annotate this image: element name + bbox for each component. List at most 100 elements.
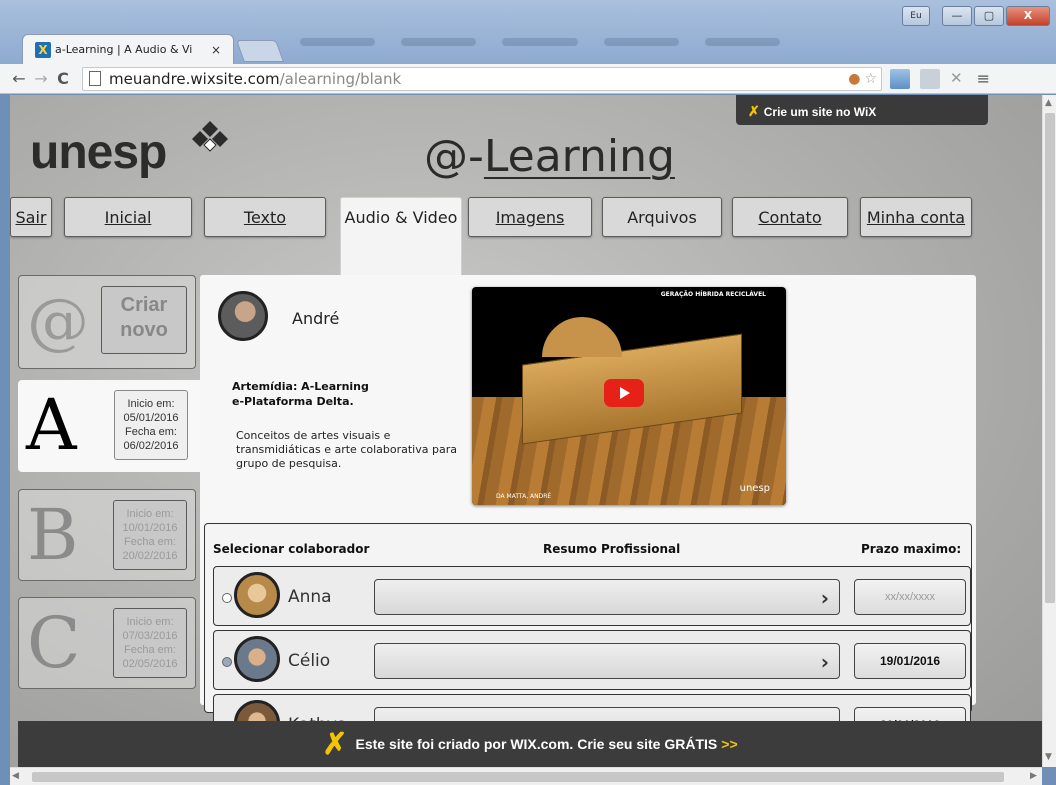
end-label: Fecha em: (124, 536, 176, 548)
url-host: meuandre.wixsite.com (109, 69, 280, 88)
scroll-down-icon[interactable]: ▼ (1045, 752, 1052, 762)
course-description: Conceitos de artes visuais e transmidiát… (236, 429, 457, 470)
unesp-logo: unesp (30, 126, 167, 179)
close-window-button[interactable]: X (1006, 6, 1050, 26)
start-label: Inicio em: (126, 616, 174, 628)
maximize-button[interactable]: ▢ (974, 6, 1004, 26)
start-label: Inicio em: (127, 398, 175, 410)
extension-icon[interactable] (920, 68, 940, 89)
course-title-line2: e-Plataforma Delta. (232, 395, 354, 408)
select-radio[interactable] (222, 593, 232, 603)
browser-tab[interactable]: X a-Learning | A Audio & Vi × (22, 34, 234, 64)
extension-icon[interactable] (890, 68, 910, 89)
tab-sair[interactable]: Sair (10, 197, 52, 237)
end-date: 02/05/2016 (122, 658, 178, 670)
new-tab-button[interactable] (235, 40, 285, 62)
url-path: /alearning/blank (279, 69, 402, 88)
tab-contato-label: Contato (758, 207, 822, 227)
start-date: 07/03/2016 (122, 630, 178, 642)
tab-arquivos[interactable]: Arquivos (602, 197, 722, 237)
collaborator-table: Selecionar colaborador Resumo Profission… (204, 523, 972, 754)
wix-logo-icon: ✗ (322, 727, 348, 761)
browser-titlebar: X a-Learning | A Audio & Vi × Eu — ▢ X (0, 0, 1056, 64)
back-arrow-icon[interactable]: ← (8, 69, 30, 88)
tab-arquivos-label: Arquivos (627, 207, 697, 227)
forward-arrow-icon[interactable]: → (30, 69, 52, 88)
course-card-c[interactable]: C Inicio em: 07/03/2016 Fecha em: 02/05/… (18, 597, 196, 689)
blurred-tab-strip (300, 38, 781, 54)
page-content: ✗ Crie um site no WiX unesp @-Learning Sa… (10, 95, 1042, 767)
youtube-play-icon[interactable] (604, 379, 644, 407)
at-symbol: @ (27, 284, 89, 357)
scrollbar-thumb[interactable] (32, 772, 1004, 782)
end-date: 06/02/2016 (123, 440, 179, 452)
vertical-scrollbar[interactable] (1042, 95, 1056, 767)
video-player[interactable]: GERAÇÃO HÍBRIDA RECICLÁVEL DA MATTA, AND… (472, 287, 786, 505)
wix-create-site-bar[interactable]: ✗ Crie um site no WiX (736, 95, 988, 125)
course-card-b[interactable]: B Inicio em: 10/01/2016 Fecha em: 20/02/… (18, 489, 196, 581)
browser-toolbar: ← → C meuandre.wixsite.com/alearning/bla… (0, 64, 1056, 94)
course-title-line1: Artemídia: A-Learning (232, 380, 369, 393)
summary-field[interactable]: › (374, 643, 840, 679)
chevron-right-icon[interactable]: › (821, 650, 829, 674)
header-select: Selecionar colaborador (213, 542, 370, 556)
video-logo: unesp (739, 483, 770, 494)
scrollbar-thumb[interactable] (1045, 113, 1055, 603)
tab-inicial[interactable]: Inicial (64, 197, 192, 237)
page-title: @-Learning (424, 131, 675, 182)
wix-bar-label: Crie um site no WiX (763, 105, 877, 119)
video-caption-top: GERAÇÃO HÍBRIDA RECICLÁVEL (660, 291, 766, 298)
create-new-button[interactable]: Criar novo (101, 286, 187, 354)
deadline-field[interactable]: xx/xx/xxxx (854, 579, 966, 615)
summary-field[interactable]: › (374, 579, 840, 615)
course-dates: Inicio em: 05/01/2016 Fecha em: 06/02/20… (114, 390, 188, 460)
scroll-right-icon[interactable]: ▶ (1030, 771, 1037, 781)
bookmark-star-icon[interactable]: ☆ (864, 71, 877, 87)
page-title-word: Learning (483, 131, 675, 182)
horizontal-scrollbar[interactable] (10, 767, 1042, 785)
create-new-card[interactable]: @ Criar novo (18, 275, 196, 369)
wix-logo-icon: ✗ (748, 103, 760, 119)
end-date: 20/02/2016 (122, 550, 178, 562)
extension-x-icon[interactable]: ✕ (950, 69, 963, 89)
language-button[interactable]: Eu (902, 6, 930, 26)
video-box-top (542, 317, 622, 357)
start-date: 10/01/2016 (122, 522, 178, 534)
tab-contato[interactable]: Contato (732, 197, 848, 237)
wix-footer-banner[interactable]: ✗ Este site foi criado por WIX.com. Crie… (18, 721, 1042, 767)
tab-audio-video[interactable]: Audio & Video (340, 197, 462, 275)
author-name: André (292, 309, 340, 328)
start-label: Inicio em: (126, 508, 174, 520)
scroll-left-icon[interactable]: ◀ (12, 771, 19, 781)
start-date: 05/01/2016 (123, 412, 179, 424)
course-letter: A (26, 384, 77, 466)
scroll-up-icon[interactable]: ▲ (1045, 98, 1052, 108)
select-radio[interactable] (222, 657, 232, 667)
course-card-a[interactable]: A Inicio em: 05/01/2016 Fecha em: 06/02/… (18, 380, 208, 472)
tab-minha-conta-label: Minha conta (866, 207, 966, 227)
page-title-prefix: @- (424, 131, 484, 182)
page-icon (89, 71, 101, 86)
footer-text: Este site foi criado por WIX.com. Crie s… (355, 736, 718, 752)
chevron-right-icon[interactable]: › (821, 586, 829, 610)
tab-imagens[interactable]: Imagens (468, 197, 592, 237)
deadline-field[interactable]: 19/01/2016 (854, 643, 966, 679)
footer-cta[interactable]: >> (721, 736, 737, 752)
tab-texto[interactable]: Texto (204, 197, 326, 237)
end-label: Fecha em: (124, 644, 176, 656)
tab-close-icon[interactable]: × (211, 43, 221, 57)
minimize-button[interactable]: — (942, 6, 972, 26)
collaborator-row: Célio › 19/01/2016 (213, 630, 971, 690)
course-letter: B (27, 494, 79, 576)
collaborator-name: Anna (288, 587, 332, 607)
reload-icon[interactable]: C (52, 69, 74, 88)
author-avatar (218, 291, 268, 341)
menu-icon[interactable]: ≡ (977, 69, 990, 88)
blocked-cookie-icon[interactable]: ● (848, 71, 860, 87)
tab-minha-conta[interactable]: Minha conta (860, 197, 972, 237)
header-summary: Resumo Profissional (543, 542, 681, 556)
tab-sair-label: Sair (15, 207, 47, 227)
tab-imagens-label: Imagens (495, 207, 565, 227)
collaborator-avatar (234, 572, 280, 618)
address-bar[interactable]: meuandre.wixsite.com/alearning/blank ● ☆ (82, 66, 882, 91)
